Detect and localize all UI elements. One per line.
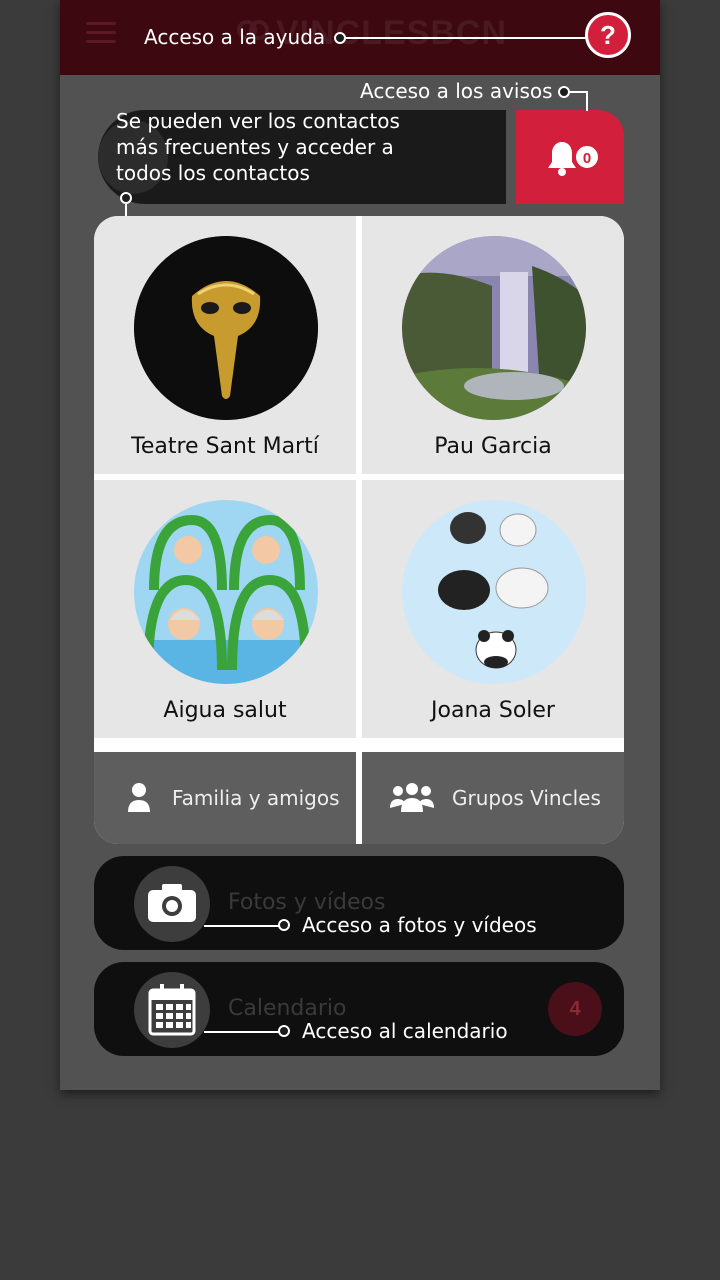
family-friends-label: Familia y amigos [172,786,340,810]
contact-tile[interactable]: Joana Soler [362,480,624,738]
contacts-grid: Teatre Sant Martí Pau Garcia Aigua salut… [94,216,624,844]
waterfall-landscape [402,236,586,420]
contact-name: Joana Soler [431,698,555,723]
callout-photos-dot [278,919,290,931]
callout-alerts-line-down [586,91,588,111]
contact-name: Pau Garcia [434,434,552,459]
bears-illustration [402,500,586,684]
contact-name: Teatre Sant Martí [131,434,319,459]
callout-help-dot [334,32,346,44]
contact-avatar [402,236,586,420]
hamburger-menu-icon[interactable] [86,22,116,44]
callout-contacts-dot [120,192,132,204]
contact-avatar [134,236,318,420]
family-friends-button[interactable]: Familia y amigos [94,752,356,844]
callout-calendar-line [204,1031,282,1033]
calendar-badge: 4 [548,982,602,1036]
groups-button[interactable]: Grupos Vincles [362,752,624,844]
callout-calendar: Acceso al calendario [302,1019,508,1043]
contact-avatar [402,500,586,684]
callout-contacts-line [125,204,127,216]
calendar-icon-circle [134,972,210,1048]
contact-tile[interactable]: Aigua salut [94,480,356,738]
person-icon [128,783,150,812]
callout-help-line [346,37,586,39]
contact-avatar [134,500,318,684]
group-icon [390,783,434,812]
contact-name: Aigua salut [163,698,287,723]
callout-calendar-dot [278,1025,290,1037]
callout-photos: Acceso a fotos y vídeos [302,913,537,937]
camera-icon [148,884,196,922]
callout-help: Acceso a la ayuda [144,25,326,49]
callout-alerts-dot [558,86,570,98]
groups-label: Grupos Vincles [452,786,601,810]
alerts-count-badge: 0 [574,144,600,170]
photos-icon-circle [134,866,210,942]
callout-contacts-1: Se pueden ver los contactos [116,109,400,133]
callout-alerts: Acceso a los avisos [360,79,553,103]
calendar-icon [148,984,196,1036]
contact-tile[interactable]: Teatre Sant Martí [94,216,356,474]
alerts-button[interactable]: 0 [516,110,624,204]
gold-mask-icon [134,236,318,420]
swimmers-illustration [134,500,318,684]
callout-contacts-2: más frecuentes y acceder a [116,135,394,159]
callout-contacts-3: todos los contactos [116,161,310,185]
callout-photos-line [204,925,282,927]
help-button[interactable]: ? [585,12,631,58]
contact-tile[interactable]: Pau Garcia [362,216,624,474]
